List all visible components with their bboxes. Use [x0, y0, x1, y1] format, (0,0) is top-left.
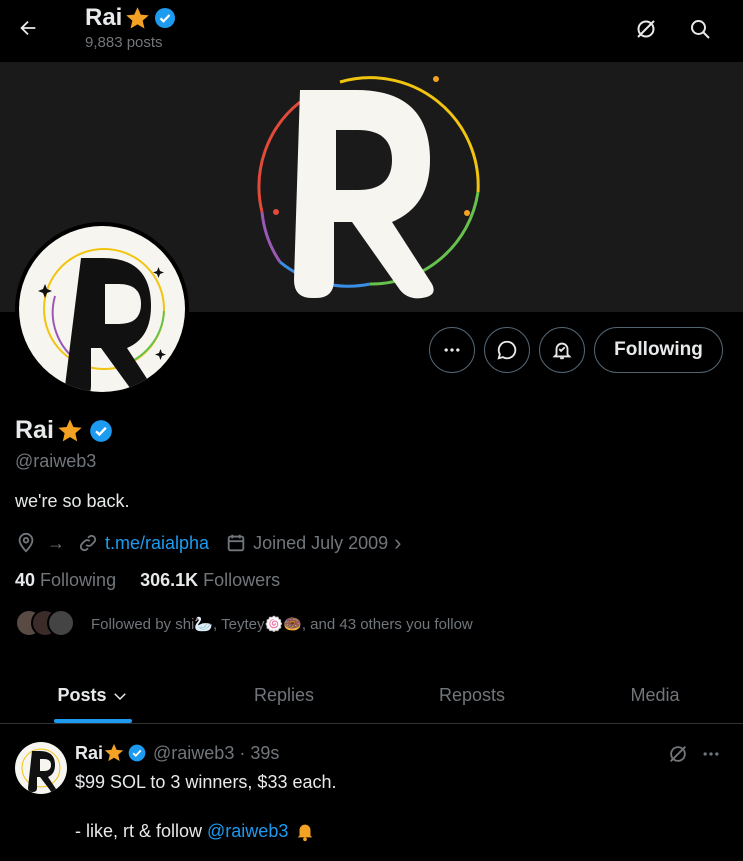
message-icon [497, 340, 517, 360]
grok-icon [670, 746, 686, 762]
profile-link[interactable]: t.me/raialpha [105, 533, 209, 554]
followed-by-row[interactable]: Followed by shi🦢, Teytey🍥🍩, and 43 other… [15, 609, 473, 639]
verified-badge-icon[interactable] [88, 418, 114, 444]
following-stat[interactable]: 40 Following [15, 570, 116, 591]
profile-tabs: Posts Replies Reposts Media [0, 668, 743, 724]
arrow-icon: → [47, 532, 65, 553]
tab-reposts[interactable]: Reposts [420, 668, 524, 723]
following-button[interactable]: Following [594, 327, 723, 373]
header-name: Rai [85, 4, 123, 31]
notifications-button[interactable] [539, 327, 585, 373]
profile-stats: 40 Following 306.1K Followers [15, 570, 280, 591]
location-icon [18, 532, 34, 553]
avatar-logo [38, 248, 166, 392]
back-arrow-icon [20, 20, 36, 36]
post-text-line2: - like, rt & follow @raiweb3 [75, 820, 316, 842]
post-author-name[interactable]: Rai [75, 743, 103, 764]
post-meta: @raiweb3 · 39s [153, 742, 280, 763]
message-button[interactable] [484, 327, 530, 373]
chevron-right-icon[interactable]: › [394, 530, 401, 556]
active-tab-indicator [54, 719, 132, 723]
followed-by-text: Followed by shi🦢, Teytey🍥🍩, and 43 other… [91, 616, 473, 633]
more-icon [444, 348, 460, 352]
more-icon [703, 752, 719, 756]
grok-icon [637, 20, 655, 38]
profile-handle: @raiweb3 [15, 451, 97, 471]
post-avatar[interactable] [15, 742, 67, 794]
follower-avatars [15, 609, 77, 639]
bell-emoji-icon [298, 824, 313, 842]
tab-media[interactable]: Media [610, 668, 700, 723]
notification-bell-icon [552, 342, 572, 360]
profile-bio: we're so back. [15, 491, 130, 511]
post-item[interactable]: Rai @raiweb3 · 39s $99 SOL to 3 winners,… [0, 725, 743, 861]
grok-post-button[interactable] [666, 742, 690, 766]
back-button[interactable] [14, 14, 42, 42]
post-text: $99 SOL to 3 winners, $33 each. [75, 772, 337, 792]
grok-button[interactable] [633, 16, 659, 42]
posts-count: 9,883 posts [85, 34, 163, 51]
verified-badge-icon [155, 8, 176, 28]
tab-posts[interactable]: Posts [44, 668, 142, 723]
tab-replies[interactable]: Replies [234, 668, 334, 723]
profile-name: Rai [15, 416, 54, 444]
profile-name-row: Rai [15, 416, 114, 445]
top-bar: Rai 9,883 posts [0, 0, 743, 62]
header-title: Rai 9,883 posts [85, 4, 177, 51]
post-header: Rai @raiweb3 · 39s [75, 742, 279, 764]
search-icon [691, 20, 710, 39]
star-emoji-icon [126, 6, 150, 29]
star-emoji-icon [58, 418, 82, 441]
avatar-logo [21, 748, 61, 793]
more-options-button[interactable] [429, 327, 475, 373]
post-mention[interactable]: @raiweb3 [207, 821, 288, 842]
joined-date: Joined July 2009 [253, 532, 389, 553]
star-emoji-icon [104, 743, 124, 762]
calendar-icon [227, 534, 245, 552]
avatar [47, 609, 75, 637]
profile-avatar[interactable] [15, 222, 189, 396]
link-icon [79, 534, 97, 552]
verified-badge-icon [128, 744, 146, 762]
chevron-down-icon [113, 692, 126, 700]
search-button[interactable] [687, 16, 713, 42]
profile-meta: → t.me/raialpha Joined July 2009 › [15, 529, 402, 557]
followers-stat[interactable]: 306.1K Followers [140, 570, 280, 591]
post-more-button[interactable] [699, 742, 723, 766]
